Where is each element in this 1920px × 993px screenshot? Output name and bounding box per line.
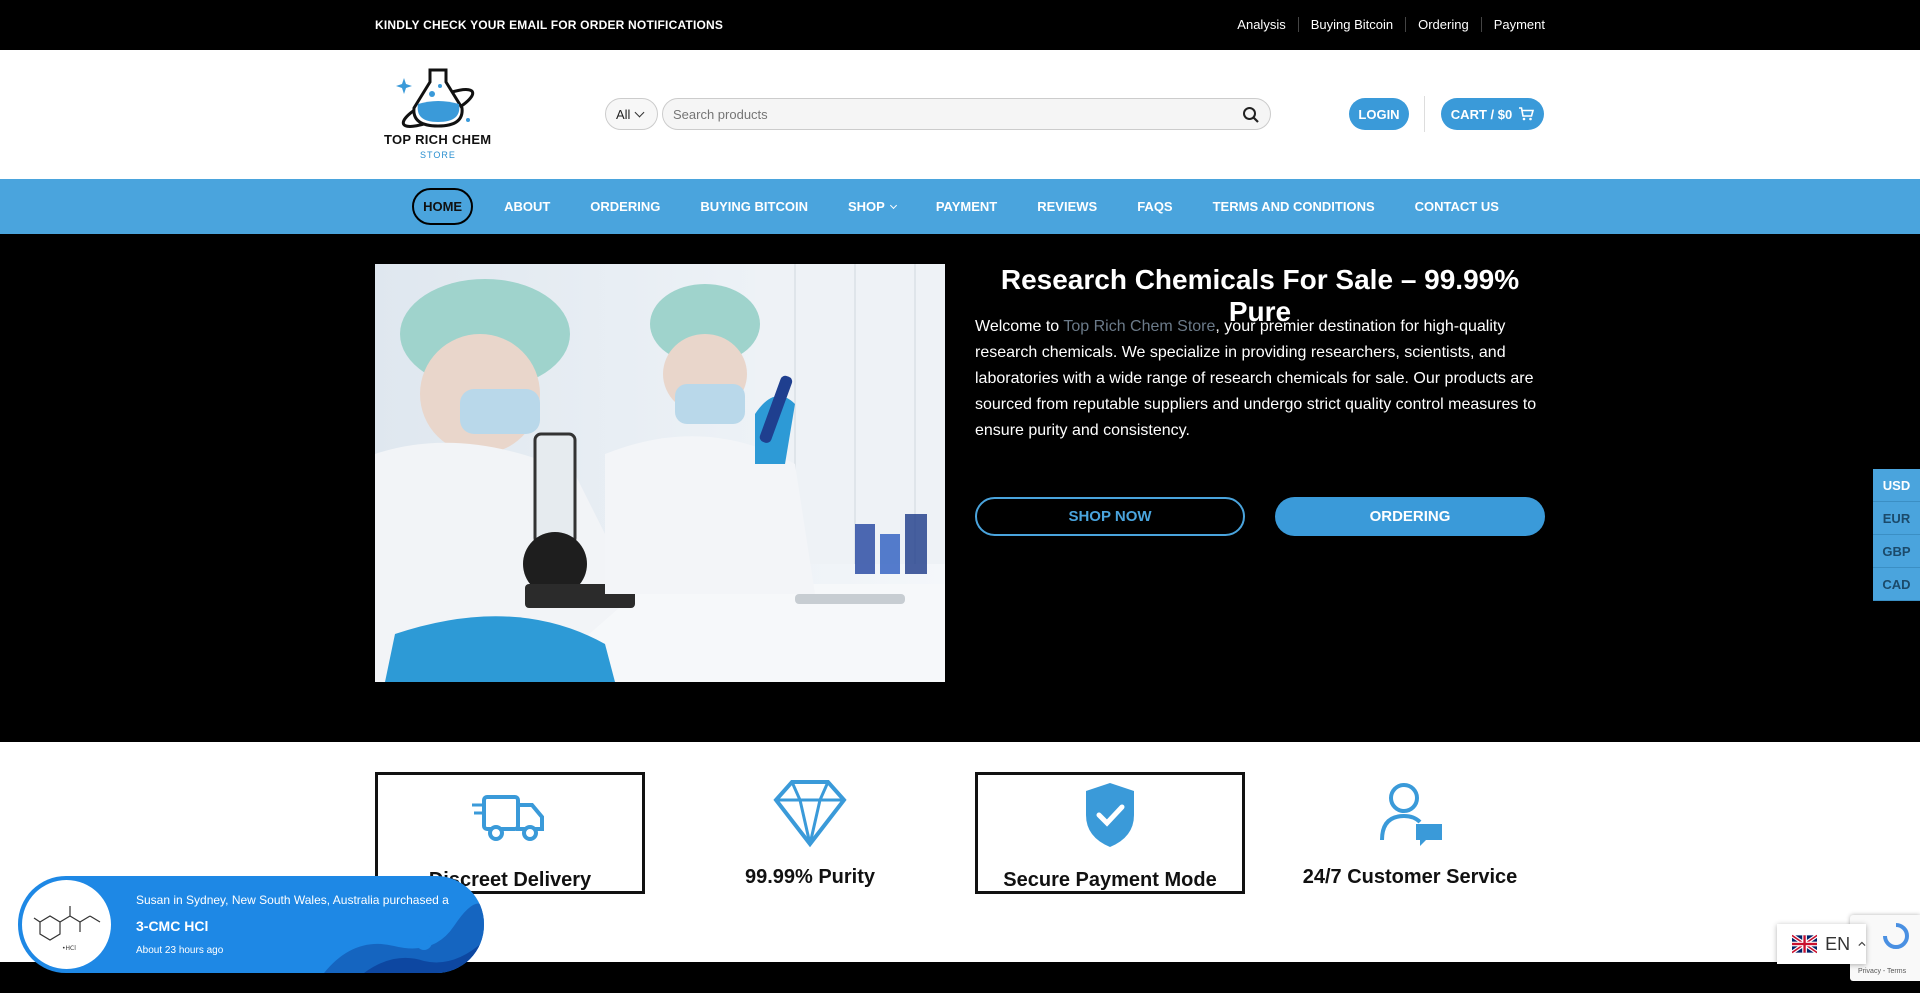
nav-item-terms[interactable]: TERMS AND CONDITIONS [1204, 190, 1384, 223]
svg-text:•HCl: •HCl [62, 945, 76, 952]
site-header: TOP RICH CHEM STORE All LOGIN CART / $0 [0, 50, 1920, 179]
category-select-value: All [616, 106, 631, 122]
molecule-structure-icon: •HCl [33, 906, 101, 952]
language-code: EN [1825, 933, 1851, 954]
search-icon[interactable] [1242, 106, 1260, 124]
language-switcher[interactable]: EN [1777, 924, 1866, 964]
search-bar [662, 98, 1271, 130]
nav-item-buying-bitcoin[interactable]: BUYING BITCOIN [691, 190, 817, 223]
feature-label: 99.99% Purity [744, 866, 876, 888]
nav-item-payment[interactable]: PAYMENT [927, 190, 1006, 223]
order-notice: KINDLY CHECK YOUR EMAIL FOR ORDER NOTIFI… [375, 18, 724, 32]
category-select[interactable]: All [605, 98, 658, 130]
product-thumbnail: •HCl [22, 880, 111, 969]
recaptcha-icon [1883, 923, 1909, 949]
top-links: Analysis Buying Bitcoin Ordering Payment [1225, 17, 1545, 32]
search-input[interactable] [673, 107, 1213, 122]
nav-item-reviews[interactable]: REVIEWS [1028, 190, 1106, 223]
purchased-product[interactable]: 3-CMC HCl [136, 918, 208, 934]
nav-item-ordering[interactable]: ORDERING [581, 190, 669, 223]
top-link-payment[interactable]: Payment [1480, 17, 1545, 32]
wave-decoration [324, 903, 484, 973]
flask-logo-icon [396, 68, 475, 128]
cart-label: CART / $0 [1450, 106, 1513, 122]
feature-secure-payment: Secure Payment Mode [975, 772, 1245, 894]
user-chat-icon [1380, 783, 1442, 846]
currency-eur[interactable]: EUR [1873, 502, 1920, 535]
feature-label: 24/7 Customer Service [1302, 866, 1518, 888]
store-link[interactable]: Top Rich Chem Store [1063, 318, 1215, 335]
hero-description: Welcome to Top Rich Chem Store, your pre… [975, 314, 1545, 444]
nav-item-contact[interactable]: CONTACT US [1406, 190, 1508, 223]
hero-text-end: , your premier destination for high-qual… [975, 318, 1537, 439]
top-link-analysis[interactable]: Analysis [1225, 17, 1297, 32]
currency-cad[interactable]: CAD [1873, 568, 1920, 601]
feature-label: Secure Payment Mode [1003, 869, 1217, 891]
currency-switcher: USD EUR GBP CAD [1873, 469, 1920, 601]
chevron-down-icon [889, 201, 897, 209]
cart-icon [1519, 107, 1535, 121]
chevron-down-icon [635, 107, 645, 117]
nav-item-faqs[interactable]: FAQS [1128, 190, 1181, 223]
nav-item-home[interactable]: HOME [412, 188, 474, 225]
diamond-icon [773, 780, 847, 848]
feature-customer-service: 24/7 Customer Service [1275, 772, 1545, 894]
top-link-ordering[interactable]: Ordering [1405, 17, 1481, 32]
nav-item-shop[interactable]: SHOP [839, 190, 905, 223]
lab-scientists-image [375, 264, 945, 682]
currency-usd[interactable]: USD [1873, 469, 1920, 502]
purchase-time: About 23 hours ago [136, 945, 224, 956]
top-link-buying-bitcoin[interactable]: Buying Bitcoin [1297, 17, 1405, 32]
login-button[interactable]: LOGIN [1349, 98, 1409, 130]
main-nav: HOME ABOUT ORDERING BUYING BITCOIN SHOP … [0, 179, 1920, 234]
recaptcha-links[interactable]: Privacy - Terms [1858, 968, 1906, 975]
nav-item-shop-label: SHOP [847, 199, 885, 214]
purchase-notification[interactable]: •HCl Susan in Sydney, New South Wales, A… [18, 876, 484, 973]
header-divider [1424, 96, 1425, 132]
nav-item-about[interactable]: ABOUT [495, 190, 559, 223]
currency-gbp[interactable]: GBP [1873, 535, 1920, 568]
site-logo[interactable]: TOP RICH CHEM STORE [380, 64, 500, 164]
truck-icon [472, 795, 544, 841]
uk-flag-icon [1792, 933, 1818, 955]
logo-subtext: STORE [420, 150, 456, 160]
hero-section: Research Chemicals For Sale – 99.99% Pur… [0, 234, 1920, 742]
logo-text: TOP RICH CHEM [384, 132, 492, 147]
hero-text-start: Welcome to [975, 318, 1064, 335]
feature-purity: 99.99% Purity [675, 772, 945, 894]
top-bar: KINDLY CHECK YOUR EMAIL FOR ORDER NOTIFI… [0, 0, 1920, 50]
shield-check-icon [1086, 783, 1134, 847]
shop-now-button[interactable]: SHOP NOW [975, 497, 1245, 536]
ordering-button[interactable]: ORDERING [1275, 497, 1545, 536]
cart-button[interactable]: CART / $0 [1441, 98, 1544, 130]
chevron-up-icon [1858, 941, 1866, 946]
